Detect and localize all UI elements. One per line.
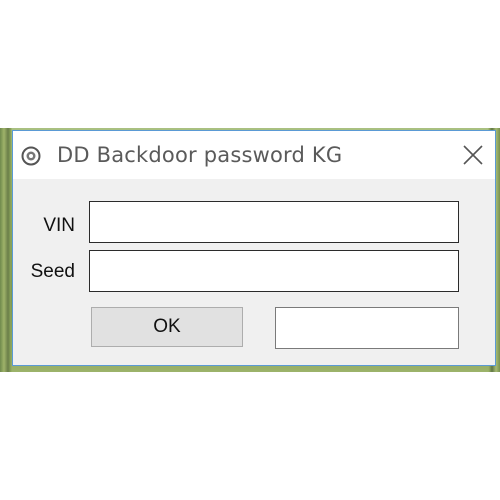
vin-input[interactable] [89,201,459,243]
seed-input[interactable] [89,250,459,292]
password-output-field[interactable] [275,307,459,349]
close-icon [463,145,483,165]
seed-label: Seed [30,261,75,282]
screenshot-stage: DD Backdoor password KG VIN Seed OK [0,0,500,500]
title-bar[interactable]: DD Backdoor password KG [13,131,495,179]
close-button[interactable] [451,131,495,179]
ok-button[interactable]: OK [91,307,243,347]
vin-label: VIN [43,215,75,236]
window-title: DD Backdoor password KG [57,143,343,167]
form-area: VIN Seed OK [13,179,495,365]
keygen-window: DD Backdoor password KG VIN Seed OK [12,130,496,366]
app-logo-icon [21,146,41,166]
